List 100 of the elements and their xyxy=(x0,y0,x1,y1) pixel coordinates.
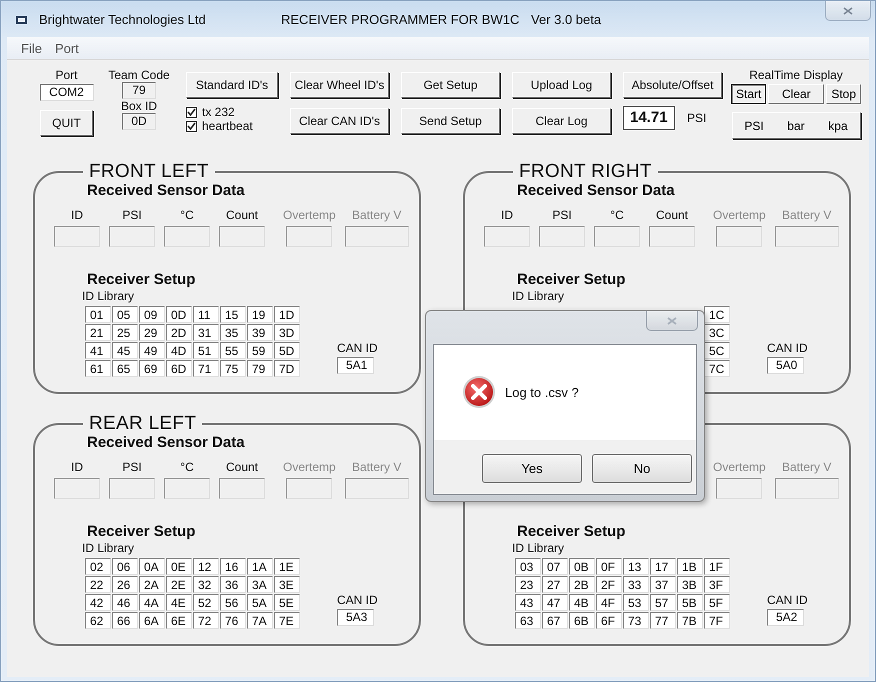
id-cell[interactable]: 35 xyxy=(220,324,246,341)
can-id-field[interactable]: 5A2 xyxy=(767,609,804,626)
id-cell[interactable]: 7D xyxy=(274,360,300,377)
id-cell[interactable]: 4E xyxy=(166,594,192,611)
id-cell[interactable]: 33 xyxy=(623,576,649,593)
id-cell[interactable]: 03 xyxy=(515,558,541,575)
id-cell[interactable]: 05 xyxy=(112,306,138,323)
id-cell[interactable]: 3A xyxy=(247,576,273,593)
id-cell[interactable]: 53 xyxy=(623,594,649,611)
id-cell[interactable]: 0A xyxy=(139,558,165,575)
id-cell[interactable]: 61 xyxy=(85,360,111,377)
id-cell[interactable]: 6F xyxy=(596,612,622,629)
id-cell[interactable]: 26 xyxy=(112,576,138,593)
id-cell[interactable]: 31 xyxy=(193,324,219,341)
id-cell[interactable]: 22 xyxy=(85,576,111,593)
id-cell[interactable]: 6D xyxy=(166,360,192,377)
id-cell[interactable]: 27 xyxy=(542,576,568,593)
id-cell[interactable]: 1C xyxy=(704,306,730,323)
id-cell[interactable]: 3F xyxy=(704,576,730,593)
id-cell[interactable]: 3E xyxy=(274,576,300,593)
quit-button[interactable]: QUIT xyxy=(40,110,93,136)
id-cell[interactable]: 75 xyxy=(220,360,246,377)
box-id-field[interactable]: 0D xyxy=(122,113,156,130)
id-cell[interactable]: 43 xyxy=(515,594,541,611)
id-cell[interactable]: 19 xyxy=(247,306,273,323)
id-cell[interactable]: 56 xyxy=(220,594,246,611)
id-cell[interactable]: 1A xyxy=(247,558,273,575)
id-cell[interactable]: 3B xyxy=(677,576,703,593)
id-cell[interactable]: 62 xyxy=(85,612,111,629)
unit-button[interactable]: bar xyxy=(783,113,809,138)
id-cell[interactable]: 2F xyxy=(596,576,622,593)
id-cell[interactable]: 1B xyxy=(677,558,703,575)
can-id-field[interactable]: 5A0 xyxy=(767,357,804,374)
id-cell[interactable]: 7C xyxy=(704,360,730,377)
id-cell[interactable]: 3D xyxy=(274,324,300,341)
id-cell[interactable]: 4B xyxy=(569,594,595,611)
id-cell[interactable]: 4A xyxy=(139,594,165,611)
id-cell[interactable]: 42 xyxy=(85,594,111,611)
toolbar-button[interactable]: Clear Wheel ID's xyxy=(290,72,389,98)
id-cell[interactable]: 7B xyxy=(677,612,703,629)
id-cell[interactable]: 5F xyxy=(704,594,730,611)
realtime-button[interactable]: Clear xyxy=(768,84,824,104)
team-code-field[interactable]: 79 xyxy=(122,82,156,99)
unit-button[interactable]: PSI xyxy=(740,113,768,138)
id-cell[interactable]: 09 xyxy=(139,306,165,323)
id-cell[interactable]: 1F xyxy=(704,558,730,575)
id-cell[interactable]: 0F xyxy=(596,558,622,575)
id-cell[interactable]: 16 xyxy=(220,558,246,575)
id-cell[interactable]: 73 xyxy=(623,612,649,629)
toolbar-button[interactable]: Standard ID's xyxy=(186,72,278,98)
id-cell[interactable]: 6B xyxy=(569,612,595,629)
id-cell[interactable]: 46 xyxy=(112,594,138,611)
id-cell[interactable]: 02 xyxy=(85,558,111,575)
id-cell[interactable]: 0B xyxy=(569,558,595,575)
id-cell[interactable]: 59 xyxy=(247,342,273,359)
id-cell[interactable]: 7F xyxy=(704,612,730,629)
id-cell[interactable]: 4D xyxy=(166,342,192,359)
id-cell[interactable]: 1D xyxy=(274,306,300,323)
id-cell[interactable]: 1E xyxy=(274,558,300,575)
id-cell[interactable]: 23 xyxy=(515,576,541,593)
id-cell[interactable]: 17 xyxy=(650,558,676,575)
id-cell[interactable]: 3C xyxy=(704,324,730,341)
id-cell[interactable]: 69 xyxy=(139,360,165,377)
can-id-field[interactable]: 5A3 xyxy=(337,609,374,626)
id-cell[interactable]: 51 xyxy=(193,342,219,359)
toolbar-button[interactable]: Get Setup xyxy=(401,72,500,98)
id-cell[interactable]: 15 xyxy=(220,306,246,323)
id-cell[interactable]: 5E xyxy=(274,594,300,611)
id-cell[interactable]: 7A xyxy=(247,612,273,629)
toolbar-button[interactable]: Upload Log xyxy=(512,72,611,98)
id-cell[interactable]: 4F xyxy=(596,594,622,611)
id-cell[interactable]: 77 xyxy=(650,612,676,629)
id-cell[interactable]: 36 xyxy=(220,576,246,593)
menu-item[interactable]: Port xyxy=(54,40,79,56)
id-cell[interactable]: 55 xyxy=(220,342,246,359)
id-cell[interactable]: 2E xyxy=(166,576,192,593)
id-cell[interactable]: 79 xyxy=(247,360,273,377)
id-cell[interactable]: 32 xyxy=(193,576,219,593)
id-cell[interactable]: 52 xyxy=(193,594,219,611)
id-cell[interactable]: 66 xyxy=(112,612,138,629)
id-cell[interactable]: 12 xyxy=(193,558,219,575)
id-cell[interactable]: 72 xyxy=(193,612,219,629)
id-cell[interactable]: 45 xyxy=(112,342,138,359)
id-cell[interactable]: 63 xyxy=(515,612,541,629)
id-cell[interactable]: 47 xyxy=(542,594,568,611)
can-id-field[interactable]: 5A1 xyxy=(337,357,374,374)
id-cell[interactable]: 5C xyxy=(704,342,730,359)
id-cell[interactable]: 39 xyxy=(247,324,273,341)
id-cell[interactable]: 5B xyxy=(677,594,703,611)
id-cell[interactable]: 71 xyxy=(193,360,219,377)
id-cell[interactable]: 49 xyxy=(139,342,165,359)
id-cell[interactable]: 06 xyxy=(112,558,138,575)
id-cell[interactable]: 0E xyxy=(166,558,192,575)
checkbox[interactable] xyxy=(186,106,197,118)
id-cell[interactable]: 0D xyxy=(166,306,192,323)
unit-button[interactable]: kpa xyxy=(824,113,852,138)
id-cell[interactable]: 13 xyxy=(623,558,649,575)
id-cell[interactable]: 76 xyxy=(220,612,246,629)
realtime-button[interactable]: Start xyxy=(730,84,766,104)
menu-item[interactable]: File xyxy=(21,40,42,56)
